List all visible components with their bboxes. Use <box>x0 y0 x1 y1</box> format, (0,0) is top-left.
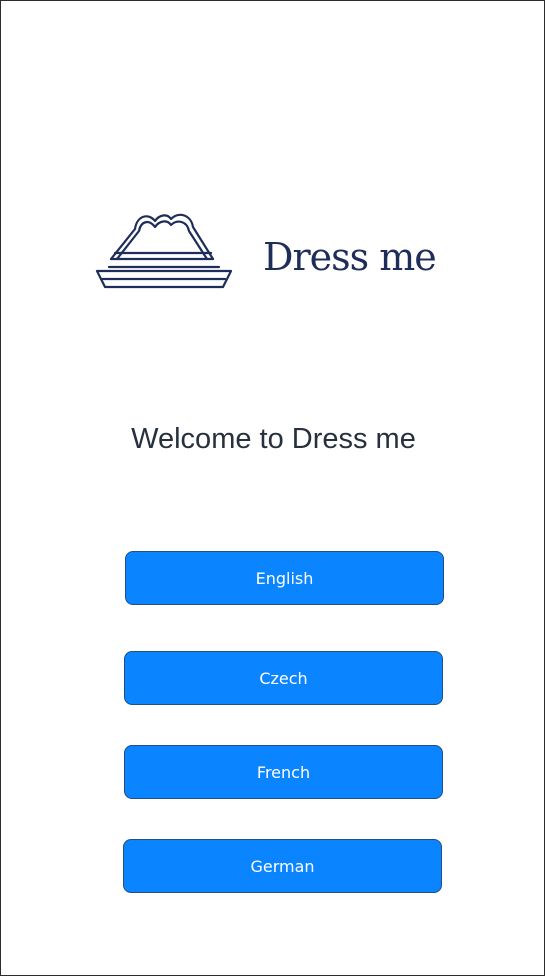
brand-name: Dress me <box>263 235 437 279</box>
english-button-label: English <box>255 568 314 588</box>
brand-logo: Dress me <box>95 209 467 299</box>
german-button[interactable]: German <box>123 839 442 893</box>
czech-button-label: Czech <box>259 668 308 688</box>
hat-logo-icon <box>95 213 233 289</box>
english-button[interactable]: English <box>125 551 444 605</box>
french-button[interactable]: French <box>124 745 443 799</box>
french-button-label: French <box>256 762 311 782</box>
czech-button[interactable]: Czech <box>124 651 443 705</box>
welcome-heading: Welcome to Dress me <box>131 423 416 455</box>
welcome-screen: Dress me Welcome to Dress me English Cze… <box>0 0 545 976</box>
german-button-label: German <box>250 856 315 876</box>
